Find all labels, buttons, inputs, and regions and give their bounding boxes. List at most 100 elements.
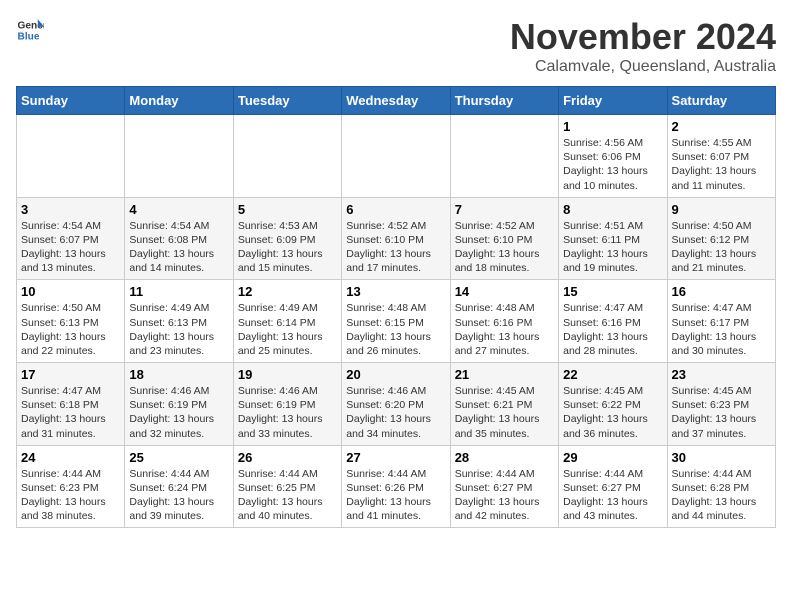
day-info: Sunrise: 4:47 AM Sunset: 6:18 PM Dayligh… xyxy=(21,384,120,441)
day-cell: 30 Sunrise: 4:44 AM Sunset: 6:28 PM Dayli… xyxy=(667,445,775,528)
day-number: 13 xyxy=(346,284,445,299)
col-friday: Friday xyxy=(559,87,667,115)
col-tuesday: Tuesday xyxy=(233,87,341,115)
day-cell: 5 Sunrise: 4:53 AM Sunset: 6:09 PM Daylig… xyxy=(233,197,341,280)
day-info: Sunrise: 4:48 AM Sunset: 6:15 PM Dayligh… xyxy=(346,301,445,358)
day-number: 30 xyxy=(672,450,771,465)
col-monday: Monday xyxy=(125,87,233,115)
day-cell: 10 Sunrise: 4:50 AM Sunset: 6:13 PM Dayli… xyxy=(17,280,125,363)
day-cell: 23Sunrise: 4:45 AM Sunset: 6:23 PM Dayli… xyxy=(667,363,775,446)
day-number: 16 xyxy=(672,284,771,299)
day-number: 10 xyxy=(21,284,120,299)
header: General Blue November 2024 Calamvale, Qu… xyxy=(16,16,776,76)
day-cell xyxy=(233,115,341,198)
day-cell: 1 Sunrise: 4:56 AM Sunset: 6:06 PM Daylig… xyxy=(559,115,667,198)
day-cell xyxy=(125,115,233,198)
day-number: 4 xyxy=(129,202,228,217)
day-info: Sunrise: 4:51 AM Sunset: 6:11 PM Dayligh… xyxy=(563,219,662,276)
logo: General Blue xyxy=(16,16,44,44)
day-info: Sunrise: 4:52 AM Sunset: 6:10 PM Dayligh… xyxy=(455,219,554,276)
day-cell: 4 Sunrise: 4:54 AM Sunset: 6:08 PM Daylig… xyxy=(125,197,233,280)
day-cell: 27Sunrise: 4:44 AM Sunset: 6:26 PM Dayli… xyxy=(342,445,450,528)
day-cell: 11 Sunrise: 4:49 AM Sunset: 6:13 PM Dayli… xyxy=(125,280,233,363)
day-info: Sunrise: 4:44 AM Sunset: 6:28 PM Dayligh… xyxy=(672,467,771,524)
header-row: Sunday Monday Tuesday Wednesday Thursday… xyxy=(17,87,776,115)
col-wednesday: Wednesday xyxy=(342,87,450,115)
day-cell: 25 Sunrise: 4:44 AM Sunset: 6:24 PM Dayli… xyxy=(125,445,233,528)
week-row-5: 24Sunrise: 4:44 AM Sunset: 6:23 PM Dayli… xyxy=(17,445,776,528)
day-info: Sunrise: 4:49 AM Sunset: 6:13 PM Dayligh… xyxy=(129,301,228,358)
day-info: Sunrise: 4:55 AM Sunset: 6:07 PM Dayligh… xyxy=(672,136,771,193)
calendar-header: Sunday Monday Tuesday Wednesday Thursday… xyxy=(17,87,776,115)
day-cell: 29 Sunrise: 4:44 AM Sunset: 6:27 PM Dayli… xyxy=(559,445,667,528)
day-number: 2 xyxy=(672,119,771,134)
day-cell: 17 Sunrise: 4:47 AM Sunset: 6:18 PM Dayli… xyxy=(17,363,125,446)
day-info: Sunrise: 4:53 AM Sunset: 6:09 PM Dayligh… xyxy=(238,219,337,276)
day-info: Sunrise: 4:54 AM Sunset: 6:08 PM Dayligh… xyxy=(129,219,228,276)
day-cell: 24Sunrise: 4:44 AM Sunset: 6:23 PM Dayli… xyxy=(17,445,125,528)
day-number: 21 xyxy=(455,367,554,382)
day-info: Sunrise: 4:56 AM Sunset: 6:06 PM Dayligh… xyxy=(563,136,662,193)
day-cell: 19 Sunrise: 4:46 AM Sunset: 6:19 PM Dayli… xyxy=(233,363,341,446)
day-info: Sunrise: 4:52 AM Sunset: 6:10 PM Dayligh… xyxy=(346,219,445,276)
col-saturday: Saturday xyxy=(667,87,775,115)
day-number: 29 xyxy=(563,450,662,465)
day-info: Sunrise: 4:46 AM Sunset: 6:19 PM Dayligh… xyxy=(238,384,337,441)
day-cell xyxy=(17,115,125,198)
day-info: Sunrise: 4:44 AM Sunset: 6:24 PM Dayligh… xyxy=(129,467,228,524)
day-cell: 8 Sunrise: 4:51 AM Sunset: 6:11 PM Daylig… xyxy=(559,197,667,280)
day-cell: 3 Sunrise: 4:54 AM Sunset: 6:07 PM Daylig… xyxy=(17,197,125,280)
day-number: 9 xyxy=(672,202,771,217)
day-number: 15 xyxy=(563,284,662,299)
day-number: 11 xyxy=(129,284,228,299)
calendar: Sunday Monday Tuesday Wednesday Thursday… xyxy=(16,86,776,528)
month-title: November 2024 xyxy=(510,16,776,58)
day-number: 18 xyxy=(129,367,228,382)
day-cell: 14 Sunrise: 4:48 AM Sunset: 6:16 PM Dayli… xyxy=(450,280,558,363)
week-row-4: 17 Sunrise: 4:47 AM Sunset: 6:18 PM Dayli… xyxy=(17,363,776,446)
day-number: 17 xyxy=(21,367,120,382)
day-info: Sunrise: 4:50 AM Sunset: 6:13 PM Dayligh… xyxy=(21,301,120,358)
day-info: Sunrise: 4:50 AM Sunset: 6:12 PM Dayligh… xyxy=(672,219,771,276)
col-sunday: Sunday xyxy=(17,87,125,115)
day-number: 6 xyxy=(346,202,445,217)
logo-icon: General Blue xyxy=(16,16,44,44)
day-number: 14 xyxy=(455,284,554,299)
day-info: Sunrise: 4:44 AM Sunset: 6:27 PM Dayligh… xyxy=(563,467,662,524)
day-info: Sunrise: 4:44 AM Sunset: 6:26 PM Dayligh… xyxy=(346,467,445,524)
title-area: November 2024 Calamvale, Queensland, Aus… xyxy=(510,16,776,76)
day-info: Sunrise: 4:44 AM Sunset: 6:25 PM Dayligh… xyxy=(238,467,337,524)
day-info: Sunrise: 4:46 AM Sunset: 6:20 PM Dayligh… xyxy=(346,384,445,441)
day-number: 12 xyxy=(238,284,337,299)
day-info: Sunrise: 4:46 AM Sunset: 6:19 PM Dayligh… xyxy=(129,384,228,441)
day-number: 24 xyxy=(21,450,120,465)
day-info: Sunrise: 4:44 AM Sunset: 6:27 PM Dayligh… xyxy=(455,467,554,524)
day-info: Sunrise: 4:54 AM Sunset: 6:07 PM Dayligh… xyxy=(21,219,120,276)
day-cell xyxy=(450,115,558,198)
day-info: Sunrise: 4:48 AM Sunset: 6:16 PM Dayligh… xyxy=(455,301,554,358)
day-cell: 2 Sunrise: 4:55 AM Sunset: 6:07 PM Daylig… xyxy=(667,115,775,198)
day-number: 19 xyxy=(238,367,337,382)
day-info: Sunrise: 4:47 AM Sunset: 6:17 PM Dayligh… xyxy=(672,301,771,358)
day-cell: 20Sunrise: 4:46 AM Sunset: 6:20 PM Dayli… xyxy=(342,363,450,446)
svg-text:Blue: Blue xyxy=(18,31,40,42)
day-cell: 9 Sunrise: 4:50 AM Sunset: 6:12 PM Daylig… xyxy=(667,197,775,280)
day-number: 8 xyxy=(563,202,662,217)
day-number: 5 xyxy=(238,202,337,217)
day-cell: 21Sunrise: 4:45 AM Sunset: 6:21 PM Dayli… xyxy=(450,363,558,446)
day-number: 26 xyxy=(238,450,337,465)
col-thursday: Thursday xyxy=(450,87,558,115)
day-cell: 18 Sunrise: 4:46 AM Sunset: 6:19 PM Dayli… xyxy=(125,363,233,446)
day-number: 25 xyxy=(129,450,228,465)
day-cell: 6 Sunrise: 4:52 AM Sunset: 6:10 PM Daylig… xyxy=(342,197,450,280)
day-number: 7 xyxy=(455,202,554,217)
day-number: 22 xyxy=(563,367,662,382)
day-number: 1 xyxy=(563,119,662,134)
calendar-body: 1 Sunrise: 4:56 AM Sunset: 6:06 PM Daylig… xyxy=(17,115,776,528)
day-cell: 16 Sunrise: 4:47 AM Sunset: 6:17 PM Dayli… xyxy=(667,280,775,363)
day-info: Sunrise: 4:47 AM Sunset: 6:16 PM Dayligh… xyxy=(563,301,662,358)
week-row-2: 3 Sunrise: 4:54 AM Sunset: 6:07 PM Daylig… xyxy=(17,197,776,280)
day-number: 3 xyxy=(21,202,120,217)
day-info: Sunrise: 4:49 AM Sunset: 6:14 PM Dayligh… xyxy=(238,301,337,358)
day-number: 28 xyxy=(455,450,554,465)
